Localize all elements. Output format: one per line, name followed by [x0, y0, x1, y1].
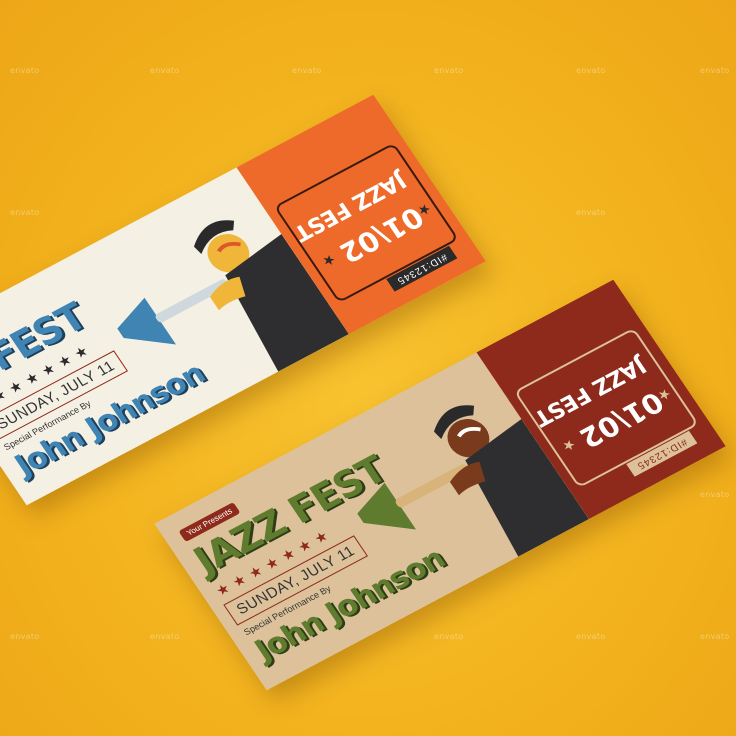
watermark: envato — [700, 632, 730, 641]
watermark: envato — [10, 632, 40, 641]
watermark: envato — [292, 66, 322, 75]
watermark: envato — [434, 66, 464, 75]
watermark: envato — [700, 66, 730, 75]
watermark: envato — [576, 632, 606, 641]
watermark: envato — [10, 208, 40, 217]
watermark: envato — [434, 632, 464, 641]
watermark: envato — [576, 66, 606, 75]
watermark: envato — [700, 490, 730, 499]
watermark: envato — [150, 632, 180, 641]
watermark: envato — [150, 66, 180, 75]
watermark: envato — [576, 208, 606, 217]
watermark: envato — [10, 66, 40, 75]
